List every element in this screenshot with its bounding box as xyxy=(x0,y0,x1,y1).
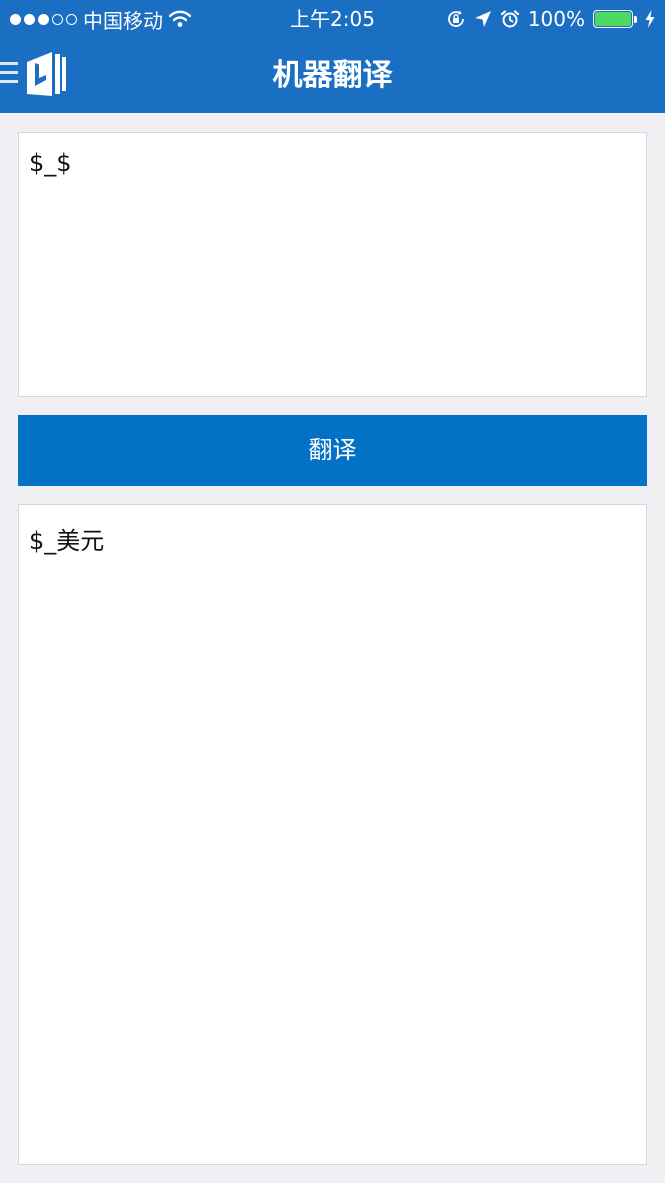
battery-percentage: 100% xyxy=(527,7,585,31)
status-bar: 中国移动 上午2:05 100% xyxy=(0,0,665,38)
source-text: $_$ xyxy=(29,149,72,177)
battery-level-fill xyxy=(595,12,631,26)
hamburger-menu-icon[interactable] xyxy=(0,58,18,88)
orientation-lock-icon xyxy=(447,10,464,27)
bing-translator-logo-icon[interactable] xyxy=(24,48,68,98)
translation-result-text: $_美元 xyxy=(29,527,105,555)
translation-result-panel: $_美元 xyxy=(18,504,647,1165)
status-right: 100% xyxy=(446,6,655,32)
source-text-input[interactable]: $_$ xyxy=(18,132,647,397)
charging-bolt-icon xyxy=(645,10,655,28)
nav-bar: 机器翻译 xyxy=(0,38,665,113)
top-bar: 中国移动 上午2:05 100% 机器翻译 xyxy=(0,0,665,113)
battery-icon xyxy=(593,10,633,28)
alarm-icon xyxy=(500,10,519,28)
location-arrow-icon xyxy=(474,11,491,27)
translate-button[interactable]: 翻译 xyxy=(18,415,647,486)
battery-tip xyxy=(634,15,637,23)
page-title: 机器翻译 xyxy=(272,58,393,93)
